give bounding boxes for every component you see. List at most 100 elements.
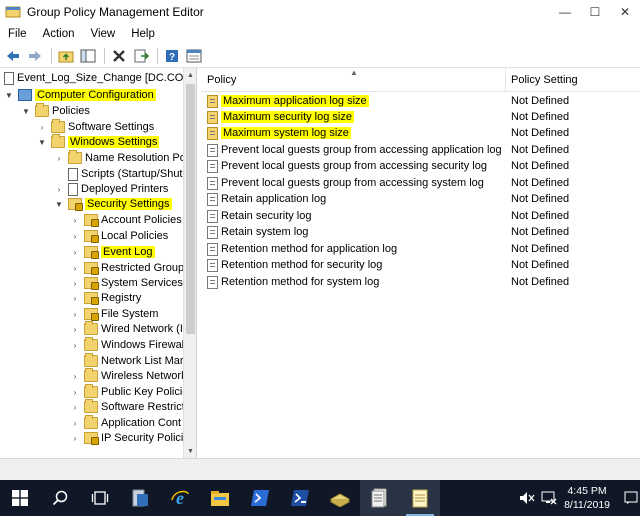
- tree-item-file-system[interactable]: › File System: [70, 306, 158, 322]
- windows-start-icon[interactable]: [0, 480, 40, 516]
- tree-item-windows-firewall[interactable]: › Windows Firewal: [70, 337, 184, 353]
- powershell-ise-icon[interactable]: [280, 480, 320, 516]
- chevron-right-icon[interactable]: ›: [70, 402, 80, 412]
- chevron-right-icon[interactable]: ›: [70, 371, 80, 381]
- tree-item-software-restriction[interactable]: › Software Restricti: [70, 399, 187, 415]
- maximize-button[interactable]: ☐: [580, 0, 610, 24]
- policy-row[interactable]: Retention method for application log Not…: [201, 241, 640, 257]
- forward-arrow-icon[interactable]: [25, 46, 45, 66]
- chevron-down-icon[interactable]: ▼: [4, 90, 14, 100]
- policy-row[interactable]: Prevent local guests group from accessin…: [201, 142, 640, 158]
- chevron-down-icon[interactable]: ▼: [21, 106, 31, 116]
- tree-item-wireless-network[interactable]: › Wireless Network: [70, 368, 187, 384]
- delete-icon[interactable]: [109, 46, 129, 66]
- scroll-up-arrow-icon[interactable]: ▲: [184, 68, 196, 82]
- chevron-right-icon[interactable]: ›: [70, 215, 80, 225]
- policy-list-pane[interactable]: ▲ Policy Policy Setting Maximum applicat…: [201, 68, 640, 458]
- tree-item-account-policies[interactable]: › Account Policies: [70, 212, 182, 228]
- tree-item-public-key-policies[interactable]: › Public Key Policie: [70, 384, 188, 400]
- chevron-right-icon[interactable]: ›: [70, 247, 80, 257]
- tree-item-deployed-printers[interactable]: › Deployed Printers: [54, 181, 168, 197]
- export-list-icon[interactable]: [131, 46, 151, 66]
- minimize-button[interactable]: —: [550, 0, 580, 24]
- network-icon[interactable]: [540, 489, 558, 507]
- tree-item-scripts[interactable]: Scripts (Startup/Shut: [54, 166, 183, 182]
- tree-item-restricted-groups[interactable]: › Restricted Groups: [70, 260, 190, 276]
- tree-item-name-resolution-policy[interactable]: › Name Resolution Po: [54, 150, 186, 166]
- chevron-right-icon[interactable]: ›: [37, 122, 47, 132]
- tree-item-computer-configuration[interactable]: ▼ Computer Configuration: [4, 87, 156, 103]
- policy-row[interactable]: Retention method for system log Not Defi…: [201, 274, 640, 290]
- clock[interactable]: 4:45 PM 8/11/2019: [564, 484, 610, 512]
- tree-item-system-services[interactable]: › System Services: [70, 275, 183, 291]
- policy-row[interactable]: Maximum system log size Not Defined: [201, 125, 640, 141]
- tree-item-gpo-root[interactable]: Event_Log_Size_Change [DC.CONTO: [4, 70, 196, 86]
- chevron-right-icon[interactable]: ›: [70, 263, 80, 273]
- list-header: ▲ Policy Policy Setting: [201, 68, 640, 92]
- chevron-right-icon[interactable]: ›: [70, 231, 80, 241]
- tree-item-local-policies[interactable]: › Local Policies: [70, 228, 168, 244]
- tree-item-ip-security-policies[interactable]: › IP Security Policie: [70, 430, 189, 446]
- powershell-icon[interactable]: [240, 480, 280, 516]
- tree-item-network-list-manager[interactable]: Network List Mar: [70, 353, 184, 369]
- tree-item-label: Policies: [52, 105, 90, 117]
- security-folder-icon: [84, 432, 99, 445]
- notifications-icon[interactable]: [622, 489, 640, 507]
- tree-item-event-log[interactable]: › Event Log: [70, 244, 155, 260]
- chevron-right-icon[interactable]: ›: [70, 387, 80, 397]
- policy-name: Retention method for system log: [221, 276, 380, 288]
- scrollbar-thumb[interactable]: [186, 84, 195, 334]
- tree-item-registry[interactable]: › Registry: [70, 290, 141, 306]
- close-button[interactable]: ✕: [610, 0, 640, 24]
- tree-item-application-control[interactable]: › Application Cont: [70, 415, 181, 431]
- server-manager-icon[interactable]: [120, 480, 160, 516]
- tree-item-wired-network[interactable]: › Wired Network (I: [70, 321, 183, 337]
- tree-item-security-settings[interactable]: ▼ Security Settings: [54, 196, 172, 212]
- chevron-right-icon[interactable]: ›: [70, 278, 80, 288]
- help-icon[interactable]: ?: [162, 46, 182, 66]
- menu-action[interactable]: Action: [35, 28, 83, 40]
- chevron-right-icon[interactable]: ›: [70, 433, 80, 443]
- up-folder-icon[interactable]: [56, 46, 76, 66]
- policy-row[interactable]: Prevent local guests group from accessin…: [201, 158, 640, 174]
- internet-explorer-icon[interactable]: e: [160, 480, 200, 516]
- scroll-down-arrow-icon[interactable]: ▼: [184, 444, 196, 458]
- menu-file[interactable]: File: [0, 28, 35, 40]
- policy-row[interactable]: Maximum application log size Not Defined: [201, 93, 640, 109]
- gpmc-icon[interactable]: [320, 480, 360, 516]
- show-hide-tree-icon[interactable]: [78, 46, 98, 66]
- chevron-right-icon[interactable]: ›: [70, 309, 80, 319]
- policy-row[interactable]: Retain application log Not Defined: [201, 191, 640, 207]
- chevron-down-icon[interactable]: ▼: [54, 199, 64, 209]
- policy-row[interactable]: Prevent local guests group from accessin…: [201, 175, 640, 191]
- chevron-right-icon[interactable]: ›: [54, 184, 64, 194]
- chevron-right-icon[interactable]: ›: [70, 324, 80, 334]
- tree-item-windows-settings[interactable]: ▼ Windows Settings: [37, 134, 160, 150]
- volume-muted-icon[interactable]: [518, 489, 536, 507]
- task-view-icon[interactable]: [80, 480, 120, 516]
- tree-vertical-scrollbar[interactable]: ▲ ▼: [183, 68, 196, 458]
- chevron-right-icon[interactable]: ›: [70, 418, 80, 428]
- tree-item-software-settings[interactable]: › Software Settings: [37, 119, 154, 135]
- gp-editor-icon[interactable]: [360, 480, 400, 516]
- properties-icon[interactable]: [184, 46, 204, 66]
- column-divider[interactable]: [505, 68, 506, 92]
- notepad-icon[interactable]: [400, 480, 440, 516]
- column-header-policy[interactable]: Policy: [207, 74, 236, 86]
- back-arrow-icon[interactable]: [3, 46, 23, 66]
- policy-row[interactable]: Maximum security log size Not Defined: [201, 109, 640, 125]
- chevron-down-icon[interactable]: ▼: [37, 137, 47, 147]
- chevron-right-icon[interactable]: ›: [54, 153, 64, 163]
- menu-help[interactable]: Help: [123, 28, 163, 40]
- menu-view[interactable]: View: [83, 28, 124, 40]
- column-header-policy-setting[interactable]: Policy Setting: [511, 74, 578, 86]
- tree-item-policies[interactable]: ▼ Policies: [21, 103, 90, 119]
- chevron-right-icon[interactable]: ›: [70, 340, 80, 350]
- chevron-right-icon[interactable]: ›: [70, 293, 80, 303]
- policy-row[interactable]: Retention method for security log Not De…: [201, 257, 640, 273]
- tree-pane[interactable]: Event_Log_Size_Change [DC.CONTO ▼ Comput…: [0, 68, 197, 458]
- file-explorer-icon[interactable]: [200, 480, 240, 516]
- policy-row[interactable]: Retain system log Not Defined: [201, 224, 640, 240]
- search-icon[interactable]: [40, 480, 80, 516]
- policy-row[interactable]: Retain security log Not Defined: [201, 208, 640, 224]
